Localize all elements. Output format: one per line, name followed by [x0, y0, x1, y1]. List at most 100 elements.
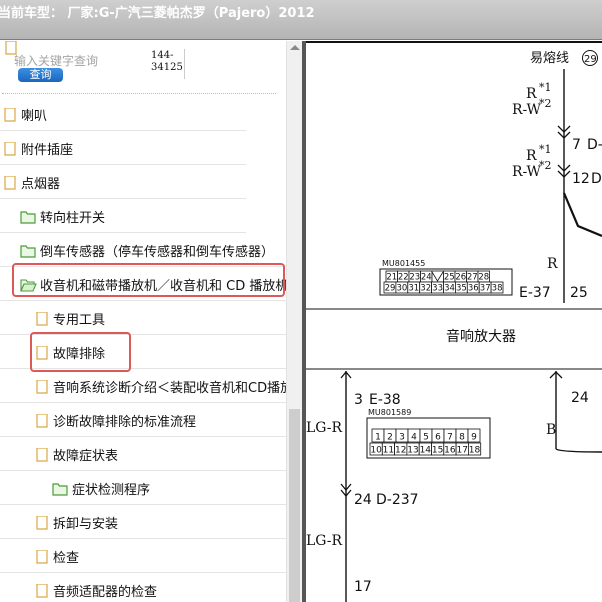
tree-item[interactable]: 倒车传感器（停车传感器和倒车传感器） [0, 233, 286, 267]
folder-closed-icon [20, 243, 36, 262]
pin-number: 24 [354, 492, 372, 508]
connector-pin-number: 26 [455, 273, 466, 283]
file-icon [36, 413, 48, 432]
connector-pin-number: 35 [456, 284, 467, 294]
tree-item[interactable]: 喇叭 [0, 97, 246, 131]
tree-item[interactable]: 转向柱开关 [0, 199, 246, 233]
file-icon [36, 515, 48, 534]
folder-closed-icon [52, 481, 68, 500]
connector-pin-number: 15 [432, 446, 443, 456]
part-code: 144- 34125 [151, 50, 185, 74]
highlight-box [30, 332, 131, 372]
note-star-1: *1 [539, 81, 552, 94]
fuse-number: 29 [584, 54, 597, 65]
connector-pin-number: 27 [467, 273, 478, 283]
part-number: MU801455 [382, 259, 425, 268]
connector-e38-label: E-38 [369, 392, 401, 408]
folder-closed-icon [20, 209, 36, 228]
fuse-line-label: 易熔线 [530, 51, 569, 66]
file-icon [4, 107, 16, 126]
connector-pin-number: 13 [407, 446, 418, 456]
connector-e37-pins: 21 22 23 24 25 26 27 28 29 30 31 32 33 34 35 36 37 38 [383, 270, 504, 294]
connector-pin-number: 2 [387, 433, 393, 443]
note-star-1: *1 [539, 143, 552, 156]
pin-number: 7 [572, 137, 581, 153]
tree-item[interactable]: 诊断故障排除的标准流程 [0, 403, 286, 437]
tree-item-label: 音频适配器的检查 [53, 585, 158, 600]
tree-item[interactable]: 音响系统诊断介绍＜装配收音机和CD播放 [0, 369, 286, 403]
tree-item-label: 专用工具 [53, 313, 106, 328]
connector-label: D- [587, 137, 602, 153]
file-icon [36, 583, 48, 602]
tree-item[interactable]: 症状检测程序 [0, 471, 286, 505]
wire-label-rw: R-W [512, 164, 542, 180]
file-icon [36, 549, 48, 568]
connector-pin-number: 16 [444, 446, 456, 456]
wire-label-r: R [526, 86, 537, 102]
connector-pin-number: 29 [385, 284, 396, 294]
tree-item-label: 点烟器 [21, 177, 61, 192]
wiring-diagram-svg: 易熔线 29 R *1 R-W *2 7 D- R *1 R-W *2 12 D… [306, 41, 602, 602]
file-icon [36, 379, 48, 398]
connector-pin-number: 31 [408, 284, 419, 294]
connector-pin-number: 6 [435, 433, 441, 443]
tree-item[interactable]: 附件插座 [0, 131, 246, 165]
pin-number: 24 [571, 390, 589, 406]
tree-item[interactable]: 故障症状表 [0, 437, 286, 471]
tree-item[interactable]: 点烟器 [0, 165, 246, 199]
sidebar-tree-panel: 查询 144- 34125 喇叭附件插座点烟器转向柱开关倒车传感器（停车传感器和… [0, 41, 302, 602]
divider [2, 93, 276, 94]
pin-number: 12 [572, 171, 590, 187]
connector-pin-number: 5 [423, 433, 429, 443]
part-code-line2: 34125 [151, 62, 183, 73]
current-vehicle-title: 当前车型： 厂家:G-广汽三菱帕杰罗（Pajero）2012 [0, 6, 315, 21]
sidebar-scrollbar[interactable] [286, 41, 302, 602]
tree-item[interactable]: 拆卸与安装 [0, 505, 286, 539]
search-area: 查询 144- 34125 [0, 41, 286, 97]
connector-pin-number: 11 [383, 446, 394, 456]
amplifier-label: 音响放大器 [446, 328, 516, 345]
connector-pin-number: 25 [444, 273, 455, 283]
wiring-diagram[interactable]: 易熔线 29 R *1 R-W *2 7 D- R *1 R-W *2 12 D… [306, 41, 602, 602]
connector-pin-number: 32 [420, 284, 431, 294]
connector-pin-number: 17 [456, 446, 467, 456]
tree-item-label: 倒车传感器（停车传感器和倒车传感器） [40, 245, 275, 260]
connector-pin-number: 28 [478, 273, 489, 283]
connector-pin-number: 4 [411, 433, 417, 443]
part-number: MU801589 [368, 408, 411, 417]
note-star-2: *2 [539, 159, 552, 172]
connector-e38-pins: 1 2 3 4 5 6 7 8 910 11 12 13 14 15 16 17 18 [369, 428, 482, 456]
highlight-box [12, 263, 285, 297]
connector-pin-number: 10 [370, 446, 382, 456]
connector-pin-number: 1 [375, 433, 381, 443]
query-button[interactable]: 查询 [18, 68, 63, 82]
wire-label-lgr: LG-R [306, 420, 342, 436]
tree-item[interactable]: 检查 [0, 539, 286, 573]
connector-pin-number: 36 [468, 284, 479, 294]
connector-pin-number: 30 [396, 284, 407, 294]
wire-label-lgr: LG-R [306, 533, 342, 549]
tree-item[interactable]: 音频适配器的检查 [0, 573, 286, 602]
connector-e37-label: E-37 [519, 285, 551, 301]
tree-item-label: 音响系统诊断介绍＜装配收音机和CD播放 [53, 381, 286, 396]
tree-item-label: 诊断故障排除的标准流程 [53, 415, 197, 430]
tree-item-label: 症状检测程序 [72, 483, 151, 498]
part-code-line1: 144- [151, 50, 174, 61]
connector-pin-number: 3 [399, 433, 405, 443]
pin-number: 3 [354, 392, 363, 408]
connector-pin-number: 21 [386, 273, 397, 283]
connector-pin-number: 34 [444, 284, 455, 294]
file-icon [36, 447, 48, 466]
wire-label-b: B [546, 422, 556, 438]
connector-pin-number: 24 [421, 273, 432, 283]
note-star-2: *2 [539, 97, 552, 110]
connector-pin-number: 18 [469, 446, 481, 456]
wire-label-r: R [526, 148, 537, 164]
scrollbar-thumb[interactable] [289, 409, 300, 602]
tree-item-label: 检查 [53, 551, 80, 566]
scroll-up-icon[interactable] [290, 45, 300, 50]
pin-number: 25 [570, 285, 588, 301]
tree-item[interactable]: 专用工具 [0, 301, 286, 335]
connector-label: D- [591, 171, 602, 187]
tree-item-label: 喇叭 [21, 109, 48, 124]
